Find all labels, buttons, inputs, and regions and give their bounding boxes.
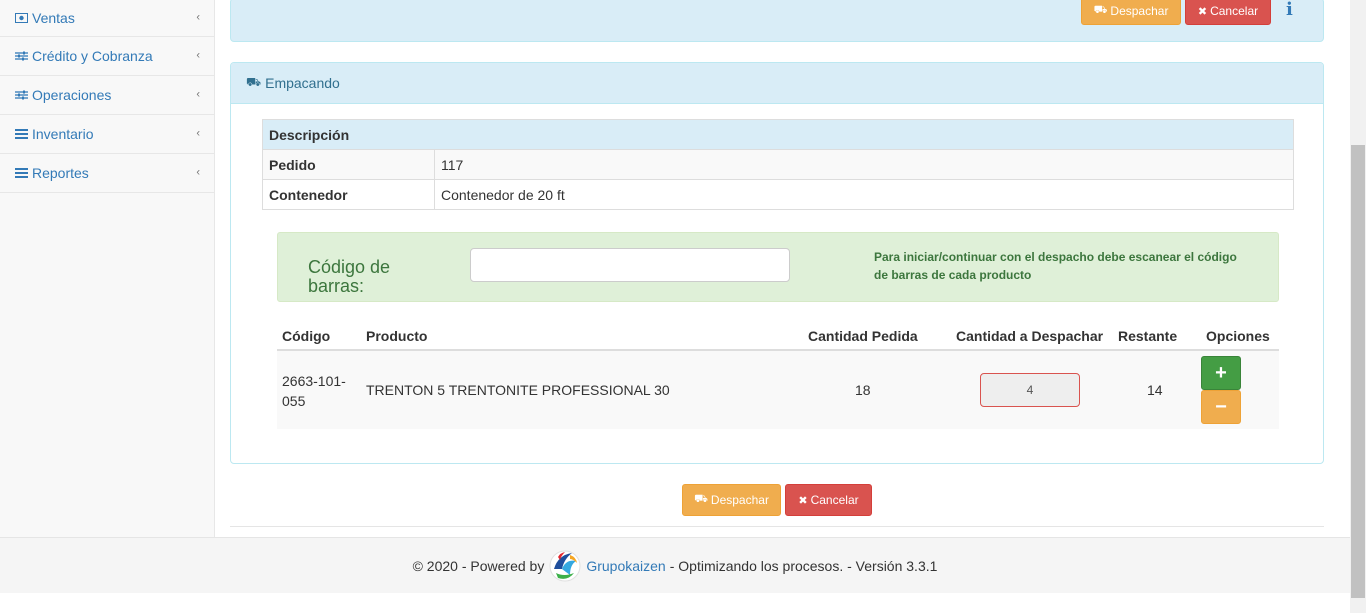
sidebar-item-ventas[interactable]: Ventas ‹	[0, 0, 214, 37]
list-icon	[15, 129, 28, 139]
footer-suffix: - Optimizando los procesos. - Versión 3.…	[669, 557, 938, 574]
info-icon[interactable]: i	[1286, 0, 1293, 20]
dispatch-label: Despachar	[1110, 4, 1169, 18]
close-icon: ✖	[1197, 5, 1208, 18]
sidebar-item-label: Ventas	[32, 10, 75, 26]
packing-panel: ⛟ Empacando Descripción Pedido 117 Conte…	[230, 62, 1324, 464]
chevron-left-icon: ‹	[196, 166, 200, 179]
col-header-code: Código	[282, 328, 331, 344]
scan-help-text: Para iniciar/continuar con el despacho d…	[874, 250, 1237, 282]
product-name: TRENTON 5 TRENTONITE PROFESSIONAL 30	[366, 382, 670, 398]
row-value: Contenedor de 20 ft	[434, 179, 1294, 210]
scrollbar[interactable]	[1350, 0, 1366, 613]
sidebar: Ventas ‹ Crédito y Cobranza ‹ Operacione…	[0, 0, 215, 537]
dispatch-quantity-input[interactable]: 4	[980, 373, 1080, 407]
sidebar-item-credito-cobranza[interactable]: Crédito y Cobranza ‹	[0, 37, 214, 76]
dispatch-label: Despachar	[710, 493, 769, 507]
grupokaizen-logo	[548, 547, 582, 585]
product-code: 2663-101-055	[282, 373, 346, 409]
footer-prefix: © 2020 - Powered by	[412, 557, 545, 574]
chevron-left-icon: ‹	[196, 127, 200, 140]
panel-heading: ⛟ Empacando	[231, 63, 1323, 104]
sidebar-item-operaciones[interactable]: Operaciones ‹	[0, 76, 214, 115]
scrollbar-thumb[interactable]	[1351, 145, 1365, 598]
sidebar-item-label: Operaciones	[32, 87, 112, 103]
grupokaizen-link[interactable]: Grupokaizen	[586, 558, 665, 574]
truck-icon: ⛟	[694, 493, 708, 505]
cancel-button-top[interactable]: ✖ Cancelar	[1185, 0, 1271, 25]
close-icon: ✖	[798, 494, 808, 507]
cancel-button-bottom[interactable]: ✖ Cancelar	[785, 484, 872, 516]
row-value: 117	[434, 149, 1294, 180]
cancel-label: Cancelar	[1210, 4, 1259, 18]
description-header: Descripción	[262, 119, 1294, 150]
sidebar-item-reportes[interactable]: Reportes ‹	[0, 154, 214, 193]
sidebar-item-label: Reportes	[32, 165, 89, 181]
col-header-ordered: Cantidad Pedida	[808, 328, 918, 344]
sidebar-item-label: Inventario	[32, 126, 94, 142]
panel-title: Empacando	[265, 75, 340, 91]
barcode-input[interactable]	[470, 248, 790, 282]
barcode-scan-box: Código de barras: Para iniciar/continuar…	[277, 232, 1279, 302]
ordered-quantity: 18	[855, 382, 871, 398]
products-table-header: Código Producto Cantidad Pedida Cantidad…	[277, 319, 1279, 351]
truck-icon: ⛟	[246, 75, 262, 89]
remaining-quantity: 14	[1147, 382, 1163, 398]
sliders-icon	[15, 90, 28, 100]
table-row: 2663-101-055 TRENTON 5 TRENTONITE PROFES…	[277, 351, 1279, 429]
barcode-label: Código de barras:	[308, 257, 391, 296]
footer: © 2020 - Powered by Grupokaizen - Optimi…	[0, 537, 1350, 593]
col-header-options: Opciones	[1206, 328, 1270, 344]
money-icon	[15, 13, 28, 23]
chevron-left-icon: ‹	[196, 88, 200, 101]
decrease-button[interactable]: −	[1201, 390, 1241, 424]
cancel-label: Cancelar	[810, 493, 859, 507]
chevron-left-icon: ‹	[196, 49, 200, 62]
divider	[230, 526, 1324, 527]
list-icon	[15, 168, 28, 178]
chevron-left-icon: ‹	[196, 11, 200, 24]
sidebar-item-inventario[interactable]: Inventario ‹	[0, 115, 214, 154]
col-header-product: Producto	[366, 328, 428, 344]
table-row: Contenedor Contenedor de 20 ft	[262, 179, 1294, 210]
dispatch-button-top[interactable]: ⛟ Despachar	[1081, 0, 1181, 25]
dispatch-button-bottom[interactable]: ⛟ Despachar	[682, 484, 781, 516]
sliders-icon	[15, 51, 28, 61]
row-key: Contenedor	[262, 179, 435, 210]
increase-button[interactable]: +	[1201, 356, 1241, 390]
description-table: Descripción Pedido 117 Contenedor Conten…	[262, 119, 1294, 210]
row-key: Pedido	[262, 149, 435, 180]
col-header-remaining: Restante	[1118, 328, 1178, 344]
truck-icon: ⛟	[1093, 4, 1108, 16]
sidebar-item-label: Crédito y Cobranza	[32, 48, 153, 64]
top-action-panel: ⛟ Despachar ✖ Cancelar i	[230, 0, 1324, 42]
table-row: Pedido 117	[262, 149, 1294, 180]
col-header-dispatch: Cantidad a Despachar	[956, 328, 1104, 344]
